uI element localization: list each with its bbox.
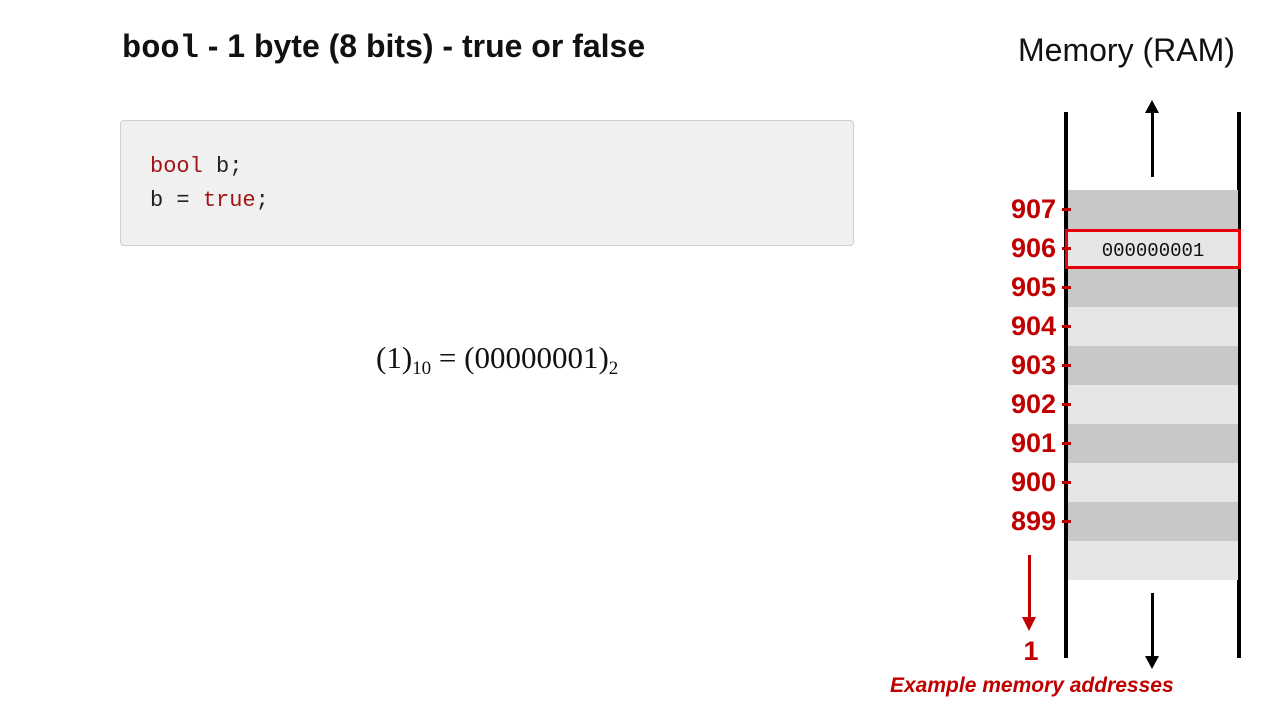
- equation-left-base: 10: [412, 358, 432, 379]
- code-keyword-bool: bool: [150, 154, 203, 179]
- address-label: 900: [1010, 467, 1056, 497]
- code-text: ;: [255, 188, 269, 213]
- example-addresses-caption: Example memory addresses: [890, 674, 1174, 697]
- memory-cell-902: [1068, 385, 1238, 424]
- conversion-equation: (1)10 = (00000001)2: [376, 340, 618, 380]
- address-label: 902: [1010, 389, 1056, 419]
- address-label: 907: [1010, 194, 1056, 224]
- address-label: 905: [1010, 272, 1056, 302]
- code-line-1: bool b;: [150, 154, 242, 179]
- address-down-arrow-shaft: [1028, 555, 1031, 618]
- memory-cell-907: [1068, 190, 1238, 229]
- address-label: 899: [1010, 506, 1056, 536]
- memory-cell-below: [1068, 541, 1238, 580]
- code-keyword-true: true: [202, 188, 256, 213]
- equation-right: (00000001): [464, 340, 609, 375]
- memory-title: Memory (RAM): [1018, 32, 1235, 68]
- address-tick: [1062, 403, 1071, 406]
- memory-down-arrow-shaft: [1151, 593, 1154, 658]
- code-text: b;: [202, 154, 243, 179]
- memory-cell-904: [1068, 307, 1238, 346]
- address-label: 901: [1010, 428, 1056, 458]
- memory-up-arrow-icon: [1145, 100, 1159, 113]
- address-tick: [1062, 481, 1071, 484]
- equation-right-base: 2: [608, 358, 619, 379]
- address-tick: [1062, 364, 1071, 367]
- memory-cell-901: [1068, 424, 1238, 463]
- address-tick: [1062, 208, 1071, 211]
- code-line-2: b = true;: [150, 188, 269, 213]
- memory-up-arrow-shaft: [1151, 112, 1154, 177]
- memory-cell-900: [1068, 463, 1238, 502]
- address-label: 904: [1010, 311, 1056, 341]
- title-type-name: bool: [122, 30, 199, 67]
- highlighted-memory-cell: 000000001: [1065, 229, 1241, 269]
- bottom-address-label: 1: [1023, 636, 1039, 666]
- address-tick: [1062, 247, 1071, 250]
- slide-title: bool - 1 byte (8 bits) - true or false: [122, 28, 645, 67]
- address-down-arrow-icon: [1022, 617, 1036, 631]
- address-tick: [1062, 520, 1071, 523]
- memory-cell-903: [1068, 346, 1238, 385]
- equation-equals: =: [431, 340, 465, 375]
- memory-cell-899: [1068, 502, 1238, 541]
- code-text: b =: [150, 188, 203, 213]
- memory-cell-905: [1068, 268, 1238, 307]
- address-tick: [1062, 286, 1071, 289]
- equation-left: (1): [376, 340, 413, 375]
- memory-cell-value: 000000001: [1101, 240, 1205, 262]
- address-tick: [1062, 325, 1071, 328]
- code-block: bool b; b = true;: [120, 120, 854, 246]
- memory-down-arrow-icon: [1145, 656, 1159, 669]
- address-label: 906: [1010, 233, 1056, 263]
- address-label: 903: [1010, 350, 1056, 380]
- address-tick: [1062, 442, 1071, 445]
- title-description: - 1 byte (8 bits) - true or false: [198, 28, 646, 64]
